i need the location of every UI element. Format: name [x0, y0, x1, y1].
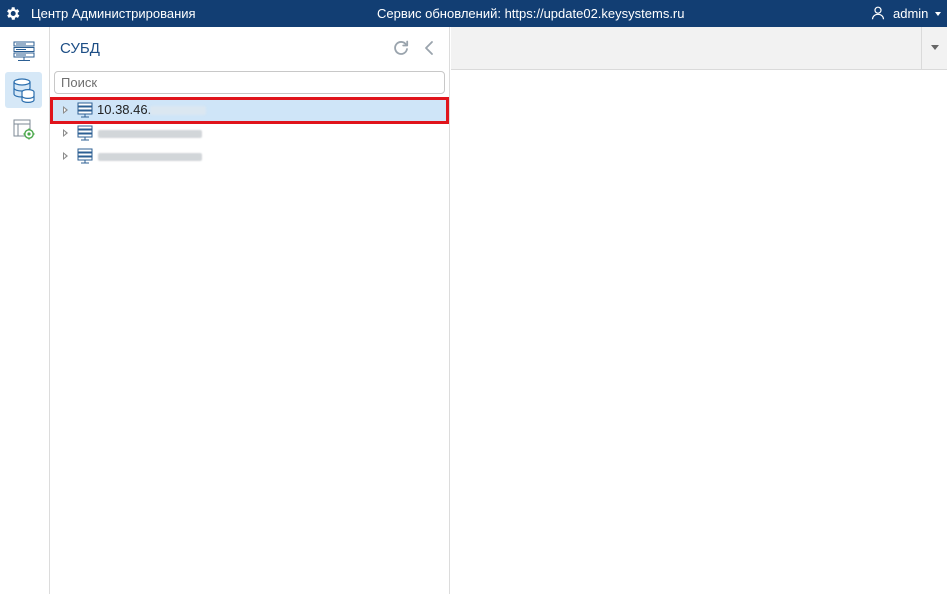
- tree-item[interactable]: [50, 122, 449, 144]
- server-icon: [77, 148, 93, 164]
- nav-databases-button[interactable]: [5, 72, 42, 108]
- top-bar: Центр Администрирования Сервис обновлени…: [0, 0, 947, 27]
- panel-divider: [449, 27, 450, 594]
- settings-window-icon: [13, 119, 35, 140]
- content-area: [451, 27, 947, 594]
- dbms-panel: СУБД 10.38.46.: [50, 27, 449, 594]
- expand-icon[interactable]: [63, 129, 68, 137]
- service-url-label: Сервис обновлений: https://update02.keys…: [377, 6, 685, 21]
- expand-icon[interactable]: [63, 152, 68, 160]
- redacted-text: [150, 106, 206, 115]
- tabs-dropdown-button[interactable]: [921, 27, 947, 69]
- redacted-text: [98, 153, 202, 161]
- tree-item-label: 10.38.46.: [97, 102, 152, 117]
- gear-icon[interactable]: [4, 5, 21, 22]
- refresh-icon[interactable]: [392, 39, 410, 57]
- nav-servers-button[interactable]: [5, 33, 42, 69]
- app-title: Центр Администрирования: [31, 6, 196, 21]
- tree-item[interactable]: 10.38.46.: [50, 97, 449, 124]
- search-input[interactable]: [54, 71, 445, 94]
- database-icon: [13, 78, 35, 104]
- expand-icon[interactable]: [63, 106, 68, 114]
- redacted-text: [98, 130, 202, 138]
- chevron-left-icon[interactable]: [422, 39, 436, 57]
- chevron-down-icon: [931, 45, 939, 50]
- nav-rail: [0, 27, 49, 594]
- chevron-down-icon: [935, 12, 941, 16]
- tree-item[interactable]: [50, 145, 449, 167]
- tab-strip: [451, 27, 947, 70]
- server-list-icon: [13, 41, 35, 61]
- user-name: admin: [893, 6, 929, 21]
- user-menu[interactable]: admin: [871, 4, 943, 23]
- panel-title: СУБД: [60, 40, 100, 57]
- server-icon: [77, 125, 93, 141]
- user-icon: [871, 6, 885, 20]
- server-icon: [77, 102, 93, 118]
- nav-settings-button[interactable]: [5, 111, 42, 147]
